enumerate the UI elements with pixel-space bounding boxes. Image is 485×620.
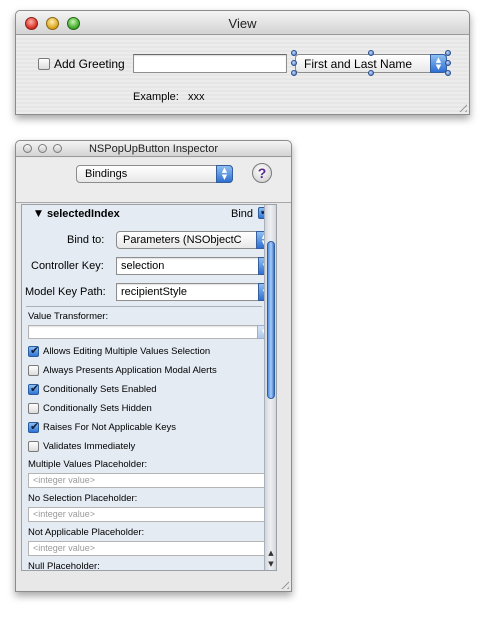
controller-key-label: Controller Key: [31,260,104,272]
model-key-path-value: recipientStyle [121,286,188,298]
selection-handle[interactable] [291,50,297,56]
placeholder-label: Not Applicable Placeholder: [28,527,145,538]
option-checkbox[interactable] [28,420,39,433]
selection-handle[interactable] [445,50,451,56]
add-greeting-checkbox[interactable] [38,58,50,70]
bind-to-popup[interactable]: Parameters (NSObjectC ▲▼ [116,231,273,249]
selection-handle[interactable] [368,50,374,56]
selection-handle[interactable] [445,70,451,76]
placeholder-field[interactable]: <integer value> [28,507,272,522]
inspector-titlebar[interactable]: NSPopUpButton Inspector [16,141,291,157]
placeholder-label: Null Placeholder: [28,561,100,571]
greeting-text-field[interactable] [133,54,287,73]
view-window-title: View [228,16,257,31]
controller-key-value: selection [121,260,165,272]
placeholder-field[interactable]: <integer value> [28,541,272,556]
option-label[interactable]: Always Presents Application Modal Alerts [43,365,217,376]
inspector-header: Bindings ▲ ▼ ? [16,158,291,203]
bind-label: Bind [231,208,254,220]
option-checkbox[interactable] [28,441,39,452]
inspector-window: NSPopUpButton Inspector Bindings ▲ ▼ ? ▼ … [15,140,292,592]
controller-key-combo[interactable]: selection ▼ [116,257,273,275]
placeholder-field[interactable]: <integer value> [28,473,272,488]
example-value: xxx [188,91,205,103]
resize-grip-icon[interactable] [278,578,289,589]
bind-to-label: Bind to: [67,234,105,246]
selection-handle[interactable] [291,60,297,66]
name-style-popup-label: First and Last Name [304,56,413,71]
scroll-thumb[interactable] [267,241,275,399]
pane-selector-label: Bindings [85,168,128,180]
option-label[interactable]: Raises For Not Applicable Keys [43,422,176,433]
option-label[interactable]: Validates Immediately [43,441,135,452]
option-checkbox[interactable] [28,403,39,414]
option-label[interactable]: Allows Editing Multiple Values Selection [43,346,210,357]
bind-to-value: Parameters (NSObjectC [123,234,242,246]
view-content: Add Greeting First and Last Name ▲ ▼ Exam… [16,36,469,114]
view-titlebar[interactable]: View [16,11,469,35]
placeholder-label: Multiple Values Placeholder: [28,459,148,470]
disclosure-triangle-icon[interactable]: ▼ [35,209,42,219]
selection-handle[interactable] [445,60,451,66]
example-label: Example: [133,91,179,103]
vertical-scrollbar[interactable]: ▲ ▼ [264,205,276,570]
selection-handle[interactable] [368,70,374,76]
option-checkbox[interactable] [28,365,39,376]
option-checkbox[interactable] [28,382,39,395]
value-transformer-combo[interactable]: ▼ [28,325,272,339]
option-checkbox[interactable] [28,344,39,357]
option-label[interactable]: Conditionally Sets Enabled [43,384,157,395]
scroll-down-arrow-icon[interactable]: ▼ [265,559,276,570]
selection-handle[interactable] [291,70,297,76]
scroll-up-arrow-icon[interactable]: ▲ [265,548,276,559]
popup-arrows-icon: ▲▼ [216,165,233,183]
help-button[interactable]: ? [252,163,272,183]
pane-selector-popup[interactable]: Bindings ▲ ▼ [76,165,233,183]
view-window: View Add Greeting First and Last Name ▲ ▼… [15,10,470,115]
binding-name: selectedIndex [47,208,120,220]
bindings-pane: ▼ selectedIndex Bind Bind to: Parameters… [21,204,277,571]
separator [26,306,262,307]
option-label[interactable]: Conditionally Sets Hidden [43,403,152,414]
model-key-path-label: Model Key Path: [25,286,106,298]
placeholder-label: No Selection Placeholder: [28,493,138,504]
model-key-path-combo[interactable]: recipientStyle ▼ [116,283,273,301]
value-transformer-label: Value Transformer: [28,311,109,322]
inspector-title: NSPopUpButton Inspector [88,143,219,155]
add-greeting-label[interactable]: Add Greeting [54,57,125,71]
